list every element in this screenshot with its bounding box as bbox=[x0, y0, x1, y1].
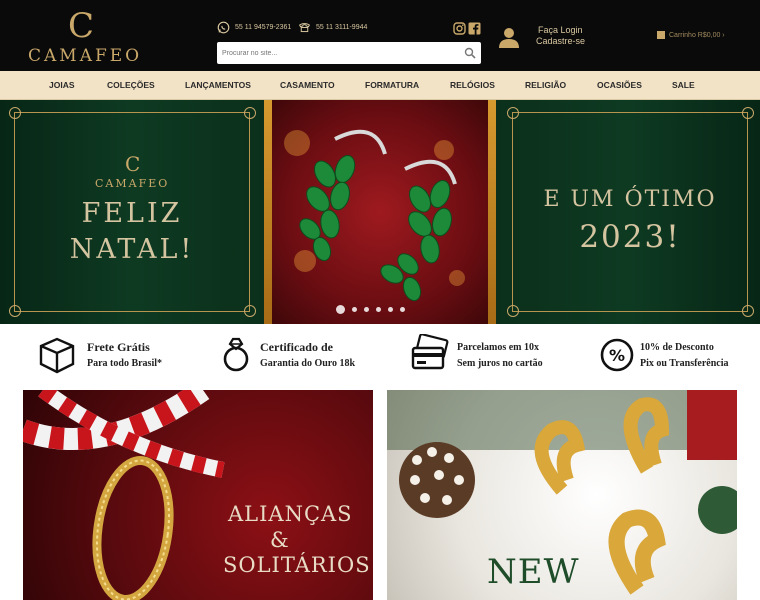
cart-button[interactable]: Carrinho R$0,00 › bbox=[657, 31, 725, 39]
ornament-corner bbox=[507, 305, 519, 317]
ornament-frame bbox=[512, 112, 748, 312]
whatsapp-icon bbox=[217, 21, 230, 33]
feature-discount: % 10% de Desconto Pix ou Transferência bbox=[600, 334, 750, 378]
nav-item-formatura[interactable]: FORMATURA bbox=[365, 71, 419, 99]
hero-right-headline-2: 2023! bbox=[579, 219, 681, 255]
hero-product-image bbox=[264, 100, 496, 324]
logo-monogram: C bbox=[68, 6, 95, 46]
ornament-corner bbox=[244, 107, 256, 119]
svg-text:%: % bbox=[609, 346, 625, 365]
whatsapp-contact[interactable]: 55 11 94579-2361 bbox=[217, 20, 291, 34]
carousel-dot[interactable] bbox=[364, 307, 369, 312]
feature-free-shipping: Frete Grátis Para todo Brasil* bbox=[37, 334, 177, 378]
signup-link[interactable]: Cadastre-se bbox=[536, 36, 585, 46]
ornament-corner bbox=[9, 305, 21, 317]
banner-wedding-rings[interactable]: ALIANÇAS & SOLITÁRIOS bbox=[23, 390, 373, 600]
feature-subtitle: Sem juros no cartão bbox=[457, 358, 543, 369]
nav-item-religiao[interactable]: RELIGIÃO bbox=[525, 71, 566, 99]
brand-logo[interactable]: C CAMAFEO bbox=[28, 6, 143, 66]
ornament-corner bbox=[507, 107, 519, 119]
carousel-pagination bbox=[336, 305, 405, 314]
search-input[interactable] bbox=[217, 42, 457, 64]
search-icon[interactable] bbox=[464, 47, 476, 59]
logo-wordmark: CAMAFEO bbox=[28, 46, 143, 66]
banner-title: ALIANÇAS bbox=[228, 502, 353, 526]
nav-item-joias[interactable]: JOIAS bbox=[49, 71, 75, 99]
feature-title: 10% de Desconto bbox=[640, 342, 714, 353]
phone-contact[interactable]: 55 11 3111-9944 bbox=[298, 20, 367, 34]
ornament-corner bbox=[742, 305, 754, 317]
carousel-dot[interactable] bbox=[336, 305, 345, 314]
feature-title: Certificado de bbox=[260, 340, 333, 354]
facebook-icon[interactable] bbox=[468, 22, 481, 35]
search-box bbox=[217, 42, 481, 64]
feature-subtitle: Garantia do Ouro 18k bbox=[260, 358, 356, 369]
carousel-dot[interactable] bbox=[400, 307, 405, 312]
emerald-earrings-image bbox=[299, 129, 457, 302]
feature-title: Frete Grátis bbox=[87, 340, 150, 354]
feature-title: Parcelamos em 10x bbox=[457, 342, 540, 353]
feature-installments: Parcelamos em 10x Sem juros no cartão bbox=[410, 334, 570, 378]
percent-icon: % bbox=[600, 338, 634, 372]
instagram-icon[interactable] bbox=[453, 22, 466, 35]
ornament-corner bbox=[742, 107, 754, 119]
feature-certificate: Certificado de Garantia do Ouro 18k bbox=[220, 334, 380, 378]
ornament-corner bbox=[9, 107, 21, 119]
banner-title-amp: & bbox=[270, 528, 289, 552]
phone-number: 55 11 3111-9944 bbox=[316, 23, 368, 31]
banner-new-collection[interactable]: NEW bbox=[387, 390, 737, 600]
cart-label: Carrinho R$0,00 › bbox=[669, 31, 725, 39]
hero-left-headline-2: NATAL! bbox=[69, 234, 195, 265]
credit-card-icon bbox=[411, 334, 449, 370]
ring-icon bbox=[223, 337, 249, 372]
nav-item-ocasioes[interactable]: OCASIÕES bbox=[597, 71, 642, 99]
hero-left-headline: FELIZ bbox=[81, 198, 183, 229]
carousel-dot[interactable] bbox=[352, 307, 357, 312]
carousel-dot[interactable] bbox=[376, 307, 381, 312]
ornament-corner bbox=[244, 305, 256, 317]
login-link[interactable]: Faça Login bbox=[538, 25, 583, 35]
gold-ribbon bbox=[264, 100, 272, 324]
hero-right-headline: E UM ÓTIMO bbox=[543, 187, 717, 212]
site-header: C CAMAFEO 55 11 94579-2361 55 11 3111-99… bbox=[0, 0, 760, 71]
nav-item-colecoes[interactable]: COLEÇÕES bbox=[107, 71, 155, 99]
carousel-dot[interactable] bbox=[388, 307, 393, 312]
telephone-icon bbox=[298, 22, 311, 32]
whatsapp-number: 55 11 94579-2361 bbox=[235, 23, 292, 31]
banner-new-label: NEW bbox=[487, 552, 580, 592]
nav-item-sale[interactable]: SALE bbox=[672, 71, 695, 99]
banner-title-2: SOLITÁRIOS bbox=[223, 553, 371, 577]
box-icon bbox=[39, 337, 75, 374]
hero-logo-monogram: C bbox=[125, 152, 141, 176]
nav-item-relogios[interactable]: RELÓGIOS bbox=[450, 71, 495, 99]
gold-ribbon bbox=[488, 100, 496, 324]
main-nav: JOIAS COLEÇÕES LANÇAMENTOS CASAMENTO FOR… bbox=[0, 71, 760, 100]
hero-carousel[interactable]: C CAMAFEO FELIZ NATAL! E UM ÓTIMO 2023! bbox=[0, 100, 760, 324]
feature-subtitle: Pix ou Transferência bbox=[640, 358, 729, 369]
feature-subtitle: Para todo Brasil* bbox=[87, 358, 162, 369]
nav-item-lancamentos[interactable]: LANÇAMENTOS bbox=[185, 71, 251, 99]
nav-item-casamento[interactable]: CASAMENTO bbox=[280, 71, 335, 99]
user-icon[interactable] bbox=[498, 26, 520, 48]
hero-logo-wordmark: CAMAFEO bbox=[95, 177, 170, 190]
cart-icon bbox=[657, 31, 665, 39]
